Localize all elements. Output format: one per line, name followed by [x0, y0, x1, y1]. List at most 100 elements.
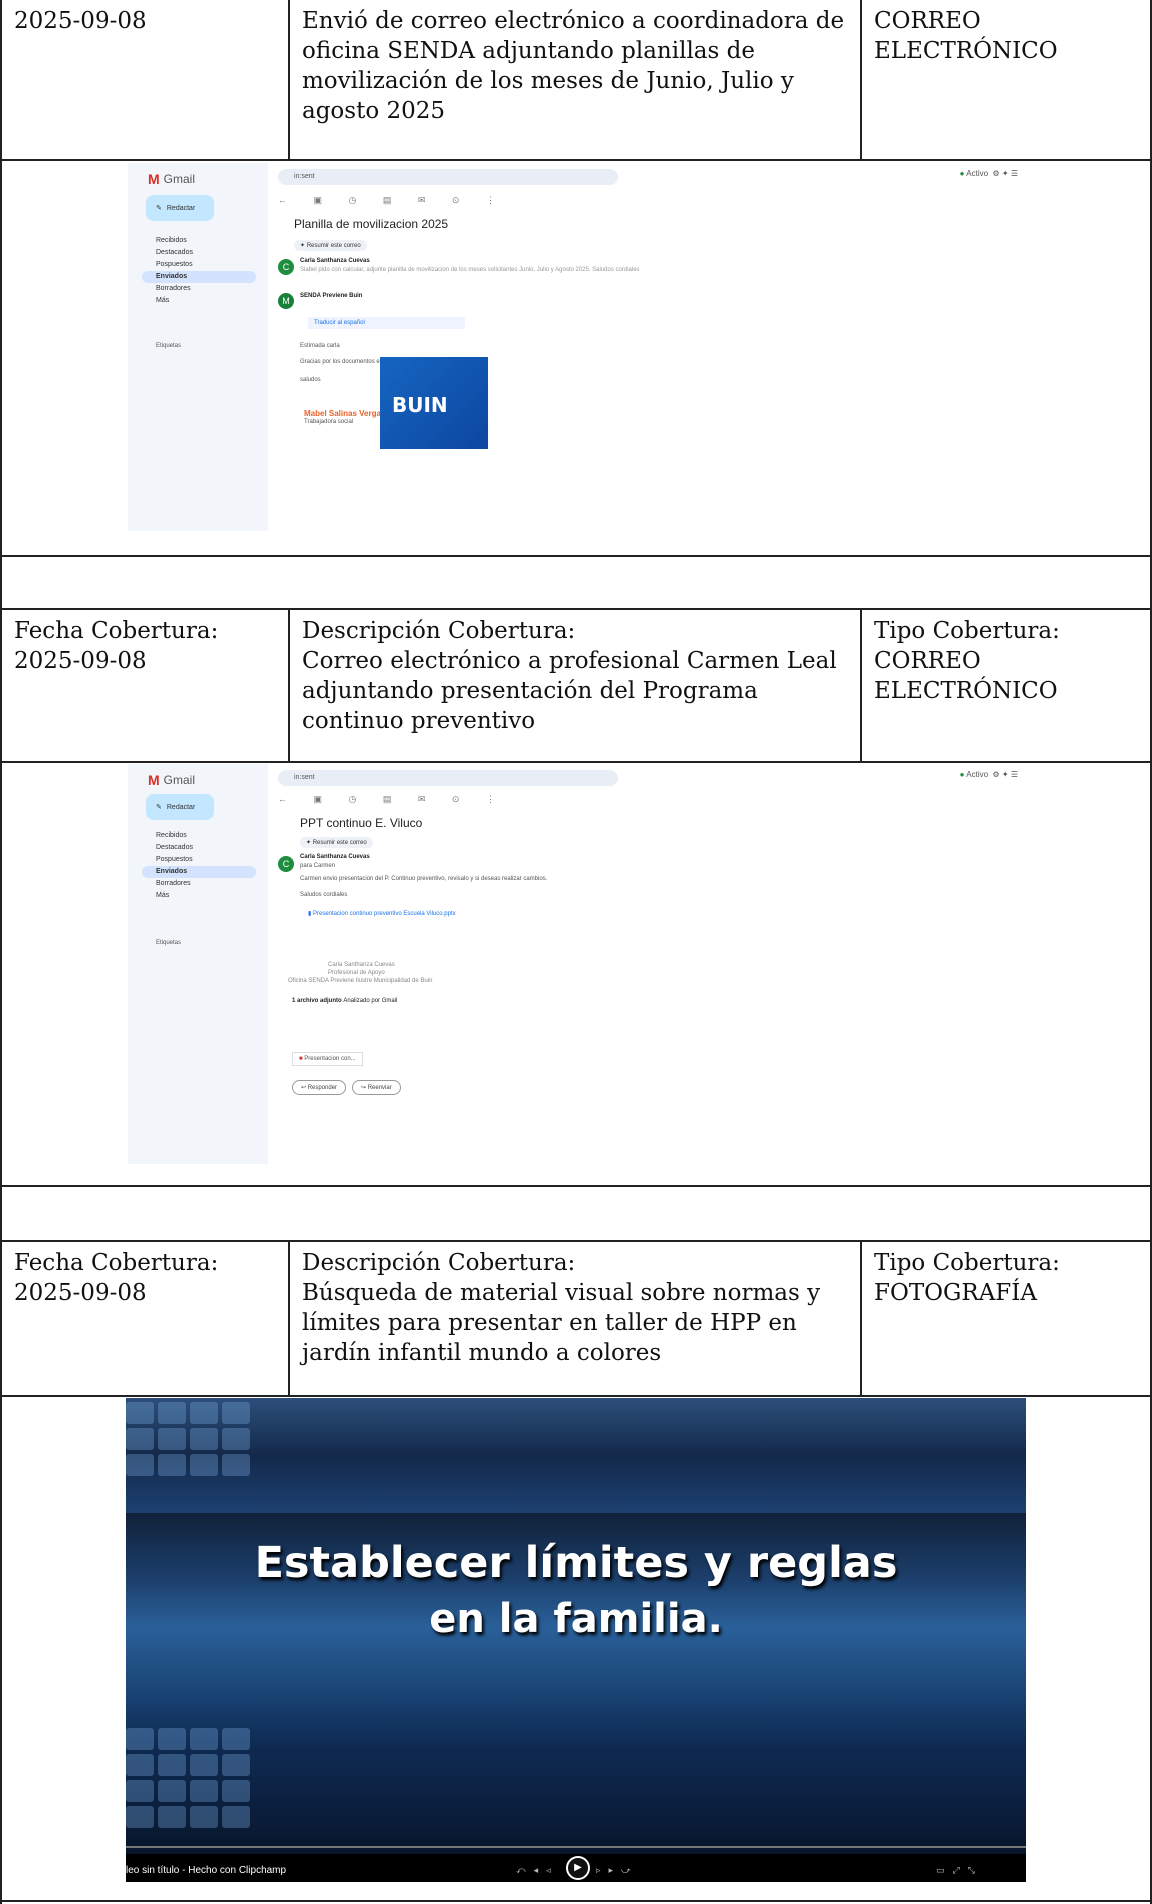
play-button[interactable]: ▶: [566, 1856, 590, 1880]
entry1-type: CORREO ELECTRÓNICO: [874, 8, 1058, 64]
search-input[interactable]: in:sent: [278, 770, 618, 786]
nav-recibidos[interactable]: Recibidos: [142, 235, 256, 247]
nav-enviados[interactable]: Enviados: [142, 271, 256, 283]
entry1-date: 2025-09-08: [14, 8, 147, 34]
compose-label: Redactar: [166, 204, 196, 212]
nav-destacados[interactable]: Destacados: [142, 842, 256, 854]
dot-icon: ●: [959, 770, 965, 779]
decorative-tiles-top: [126, 1402, 250, 1476]
toolbar-icons[interactable]: ← ▣ ◷ ▤ ✉ ⊙ ⋮: [278, 195, 507, 206]
dot-icon: ●: [959, 169, 965, 178]
translate-bar[interactable]: Traducir al español: [308, 317, 465, 329]
gmail-sidebar: M Gmail ✎ Redactar Recibidos Destacados Po…: [128, 163, 268, 531]
email-subject: PPT continuo E. Viluco: [300, 816, 423, 830]
status-label: Activo: [966, 169, 989, 178]
labels-heading: Etiquetas: [156, 343, 182, 349]
row-divider: [0, 1395, 1152, 1397]
entry2-type: CORREO ELECTRÓNICO: [874, 648, 1058, 704]
buin-logo-text: BUIN: [392, 393, 448, 417]
pptx-icon: ■: [299, 1056, 303, 1062]
status-label: Activo: [966, 770, 989, 779]
search-input[interactable]: in:sent: [278, 169, 618, 185]
video-title-line2: en la familia.: [429, 1596, 723, 1642]
row-divider: [0, 555, 1152, 557]
video-progress-bar[interactable]: [126, 1846, 1026, 1848]
email-body: Carmen envio presentacion del P. Continu…: [300, 876, 548, 882]
summarize-chip[interactable]: ✦ Resumir este correo: [300, 837, 373, 848]
nav-destacados[interactable]: Destacados: [142, 247, 256, 259]
nav-mas[interactable]: Más: [142, 295, 256, 307]
rewind-icons[interactable]: ⤺◂◃: [516, 1866, 559, 1876]
entry2-date-label: Fecha Cobertura:: [14, 618, 219, 644]
row-divider: [0, 1240, 1152, 1242]
entry1-desc-cell: Envió de correo electrónico a coordinado…: [302, 6, 852, 126]
entry2-type-cell: Tipo Cobertura: CORREO ELECTRÓNICO: [874, 616, 1144, 706]
nav-borradores[interactable]: Borradores: [142, 283, 256, 295]
gmail-m-icon: M: [148, 772, 160, 788]
entry3-type-cell: Tipo Cobertura: FOTOGRAFÍA: [874, 1248, 1144, 1308]
pencil-icon: ✎: [156, 205, 162, 212]
window-control-icons[interactable]: ▭⤢⤡: [936, 1866, 983, 1876]
buin-logo: BUIN: [380, 357, 488, 449]
entry2-desc-cell: Descripción Cobertura: Correo electrónic…: [302, 616, 854, 736]
video-controls: leo sin título - Hecho con Clipchamp ⤺◂◃…: [126, 1854, 1026, 1882]
gmail-sidebar: M Gmail ✎ Redactar Recibidos Destacados Po…: [128, 764, 268, 1164]
summarize-chip[interactable]: ✦ Resumir este correo: [294, 240, 367, 251]
video-frame[interactable]: Establecer límites y reglas en la famili…: [126, 1398, 1026, 1882]
gmail-m-icon: M: [148, 171, 160, 187]
nav-mas[interactable]: Más: [142, 890, 256, 902]
forward-button[interactable]: ↪ Reenviar: [352, 1080, 401, 1095]
recipient: para Carmen: [300, 863, 336, 869]
status-indicator[interactable]: ● Activo ⚙ ✦ ☰: [960, 770, 1018, 779]
signature-line: Profesional de Apoyo: [328, 970, 385, 976]
nav-enviados[interactable]: Enviados: [142, 866, 256, 878]
col-divider: [288, 608, 290, 762]
entry3-date: 2025-09-08: [14, 1280, 147, 1306]
sender-name: Carla Santhanza Cuevas: [300, 854, 370, 860]
attachment-chip[interactable]: ■ Presentacion con...: [292, 1052, 363, 1066]
attachment-link[interactable]: ▮ Presentacion continuo preventivo Escue…: [308, 910, 456, 917]
gmail-main: in:sent ● Activo ⚙ ✦ ☰ ← ▣ ◷ ▤ ✉ ⊙ ⋮ PPT…: [268, 764, 1028, 1164]
entry3-type-label: Tipo Cobertura:: [874, 1250, 1060, 1276]
file-icon: ▮: [308, 911, 312, 917]
summarize-label: Resumir este correo: [312, 840, 367, 846]
email-snippet: Slabel pido con calcular, adjunte planil…: [300, 267, 640, 273]
nav-pospuestos[interactable]: Pospuestos: [142, 259, 256, 271]
entry2-description: Correo electrónico a profesional Carmen …: [302, 648, 837, 734]
compose-button[interactable]: ✎ Redactar: [146, 195, 214, 221]
nav-borradores[interactable]: Borradores: [142, 878, 256, 890]
entry3-description: Búsqueda de material visual sobre normas…: [302, 1280, 821, 1366]
entry1-description: Envió de correo electrónico a coordinado…: [302, 8, 845, 124]
reply-button[interactable]: ↩ Responder: [292, 1080, 347, 1095]
nav-recibidos[interactable]: Recibidos: [142, 830, 256, 842]
status-indicator[interactable]: ● Activo ⚙ ✦ ☰: [960, 169, 1018, 178]
labels-heading: Etiquetas: [156, 940, 182, 946]
video-caption: leo sin título - Hecho con Clipchamp: [126, 1865, 287, 1876]
signature-name: Mabel Salinas Vergara: [304, 409, 389, 418]
email-closing: saludos: [300, 377, 321, 383]
attachment-name: Presentacion continuo preventivo Escuela…: [312, 911, 456, 917]
toolbar-icons[interactable]: ← ▣ ◷ ▤ ✉ ⊙ ⋮: [278, 794, 507, 805]
compose-button[interactable]: ✎ Redactar: [146, 794, 214, 820]
row-divider: [0, 608, 1152, 610]
entry3-type: FOTOGRAFÍA: [874, 1280, 1037, 1306]
row-divider: [0, 159, 1152, 161]
decorative-tiles-bottom: [126, 1728, 250, 1828]
attachment-count-label: 1 archivo adjunto: [292, 998, 342, 1004]
signature-line: Carla Santhanza Cuevas: [328, 962, 395, 968]
email-subject: Planilla de movilizacion 2025: [294, 217, 449, 231]
col-divider: [288, 1240, 290, 1396]
scan-label: Analizado por Gmail: [343, 998, 398, 1004]
forward-icons[interactable]: ▹▸⤻: [596, 1866, 639, 1876]
signature-role: Trabajadora social: [304, 419, 354, 425]
avatar: C: [278, 259, 294, 275]
col-divider: [860, 1240, 862, 1396]
video-title-line1: Establecer límites y reglas: [254, 1538, 898, 1588]
gmail-nav: Recibidos Destacados Pospuestos Enviados…: [142, 830, 256, 902]
col-divider: [288, 0, 290, 160]
entry2-date: 2025-09-08: [14, 648, 147, 674]
row-divider: [0, 761, 1152, 763]
nav-pospuestos[interactable]: Pospuestos: [142, 854, 256, 866]
avatar: C: [278, 856, 294, 872]
gmail-app-name: Gmail: [163, 773, 196, 787]
